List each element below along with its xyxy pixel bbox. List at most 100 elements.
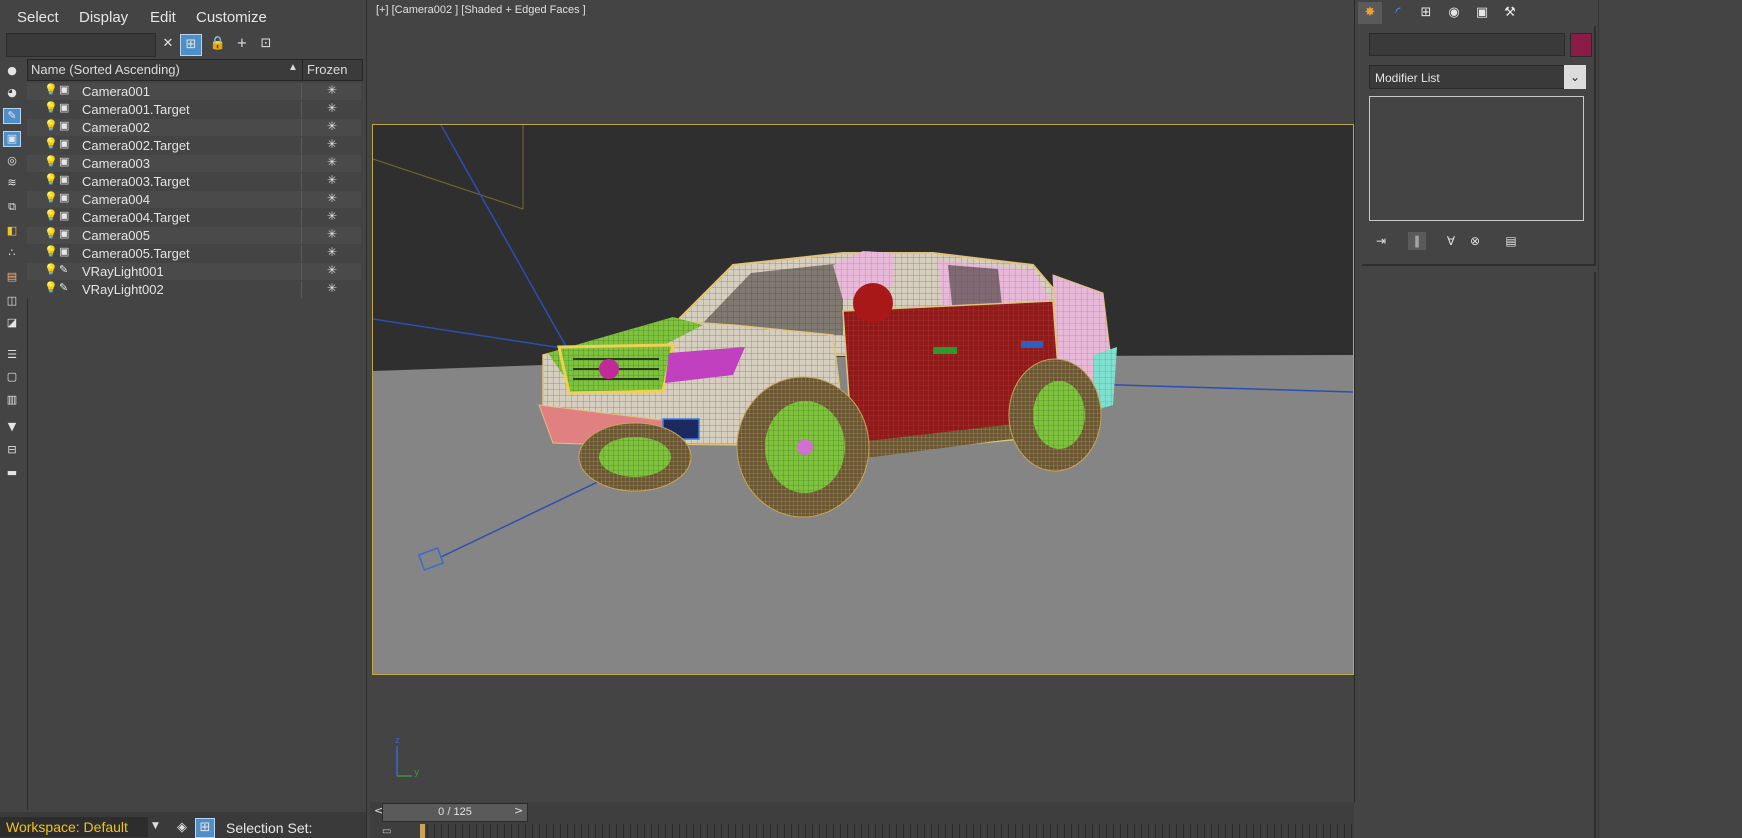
object-name: Camera001.Target: [82, 102, 190, 117]
hierarchy-select-icon[interactable]: ⊡: [256, 34, 276, 54]
lock-icon[interactable]: 🔒: [208, 34, 228, 54]
light-bulb-icon[interactable]: 💡: [44, 173, 58, 186]
explorer-row[interactable]: 💡 ▣ Camera003 ✳: [27, 155, 361, 172]
object-name: Camera003.Target: [82, 174, 190, 189]
track-bar[interactable]: [420, 824, 1354, 838]
light-bulb-icon[interactable]: 💡: [44, 281, 58, 294]
display-tab-icon[interactable]: ▣: [1470, 2, 1494, 24]
explorer-row[interactable]: 💡 ▣ Camera001 ✳: [27, 83, 361, 100]
utilities-tab-icon[interactable]: ⚒: [1498, 2, 1522, 24]
snowflake-icon[interactable]: ✳: [301, 83, 362, 100]
workspace-selector[interactable]: Workspace: Default: [0, 817, 148, 837]
frozen-column-header[interactable]: Frozen: [302, 60, 362, 80]
time-next-button[interactable]: >: [514, 804, 523, 817]
filter-list-icon[interactable]: ▬: [4, 466, 20, 480]
modify-tab-icon[interactable]: ◜: [1386, 2, 1410, 24]
snowflake-icon[interactable]: ✳: [301, 119, 362, 136]
xrefs-filter-icon[interactable]: ◧: [4, 224, 20, 238]
menu-customize[interactable]: Customize: [196, 9, 267, 26]
cameras-filter-icon[interactable]: ▣: [3, 131, 21, 147]
explorer-row[interactable]: 💡 ▣ Camera004 ✳: [27, 191, 361, 208]
create-tab-icon[interactable]: ✸: [1358, 2, 1382, 24]
light-bulb-icon[interactable]: 💡: [44, 209, 58, 222]
spacewarps-filter-icon[interactable]: ≋: [4, 176, 20, 190]
camera-safe-frame[interactable]: [372, 124, 1354, 675]
containers-filter-icon[interactable]: ▤: [4, 270, 20, 284]
explorer-row[interactable]: 💡 ▣ Camera001.Target ✳: [27, 101, 361, 118]
menu-select[interactable]: Select: [17, 9, 59, 26]
object-name-field[interactable]: [1369, 33, 1565, 56]
light-bulb-icon[interactable]: 💡: [44, 191, 58, 204]
hierarchy-add-icon[interactable]: +: [232, 34, 252, 54]
menu-display[interactable]: Display: [79, 9, 128, 26]
hierarchy-view-icon[interactable]: ⊞: [195, 818, 215, 838]
menu-edit[interactable]: Edit: [150, 9, 176, 26]
explorer-row[interactable]: 💡 ▣ Camera002.Target ✳: [27, 137, 361, 154]
snowflake-icon[interactable]: ✳: [301, 137, 362, 154]
lights-filter-icon[interactable]: ✎: [3, 108, 21, 124]
mini-curve-editor-icon[interactable]: ▭: [382, 826, 391, 837]
snowflake-icon[interactable]: ✳: [301, 173, 362, 190]
light-object-icon: ✎: [59, 282, 69, 294]
frozen-filter-icon[interactable]: ◫: [4, 294, 20, 308]
object-color-swatch[interactable]: [1570, 33, 1592, 57]
clear-search-icon[interactable]: ✕: [158, 34, 178, 54]
snowflake-icon[interactable]: ✳: [301, 263, 362, 280]
name-column-header[interactable]: Name (Sorted Ascending): [31, 62, 180, 77]
explorer-row[interactable]: 💡 ▣ Camera004.Target ✳: [27, 209, 361, 226]
light-bulb-icon[interactable]: 💡: [44, 263, 58, 276]
viewport-label[interactable]: [+] [Camera002 ] [Shaded + Edged Faces ]: [376, 4, 586, 16]
filter-toggle-icon[interactable]: ⊞: [180, 34, 202, 56]
light-bulb-icon[interactable]: 💡: [44, 155, 58, 168]
chevron-down-icon[interactable]: ⌄: [1564, 65, 1586, 89]
light-bulb-icon[interactable]: 💡: [44, 101, 58, 114]
object-name: Camera005.Target: [82, 246, 190, 261]
explorer-row[interactable]: 💡 ▣ Camera005 ✳: [27, 227, 361, 244]
shapes-filter-icon[interactable]: ◕: [4, 86, 20, 100]
light-bulb-icon[interactable]: 💡: [44, 119, 58, 132]
helpers-filter-icon[interactable]: ◎: [4, 154, 20, 168]
snowflake-icon[interactable]: ✳: [301, 245, 362, 262]
explorer-row[interactable]: 💡 ▣ Camera002 ✳: [27, 119, 361, 136]
modifier-stack[interactable]: [1369, 96, 1584, 221]
camera-object-icon: ▣: [59, 174, 70, 186]
snowflake-icon[interactable]: ✳: [301, 155, 362, 172]
configure-modifier-sets-icon[interactable]: ▤: [1502, 232, 1520, 250]
bones-filter-icon[interactable]: ∴: [4, 246, 20, 260]
modifier-list-dropdown[interactable]: Modifier List: [1369, 65, 1584, 89]
geometry-filter-icon[interactable]: ●: [4, 64, 20, 78]
display-invert-icon[interactable]: ▥: [4, 393, 20, 407]
snowflake-icon[interactable]: ✳: [301, 227, 362, 244]
hierarchy-tab-icon[interactable]: ⊞: [1414, 2, 1438, 24]
time-cursor[interactable]: [420, 824, 425, 838]
pin-stack-icon[interactable]: ⇥: [1372, 232, 1390, 250]
show-end-result-icon[interactable]: ∥: [1408, 232, 1426, 250]
explorer-search-input[interactable]: [6, 33, 156, 57]
display-none-icon[interactable]: ▢: [4, 370, 20, 384]
snowflake-icon[interactable]: ✳: [301, 281, 362, 298]
display-all-icon[interactable]: ☰: [4, 348, 20, 362]
filter-funnel-icon[interactable]: ▼: [4, 420, 20, 434]
snowflake-icon[interactable]: ✳: [301, 101, 362, 118]
time-slider[interactable]: 0 / 125: [382, 803, 528, 822]
camera-object-icon: ▣: [59, 156, 70, 168]
camera-object-icon: ▣: [59, 84, 70, 96]
snowflake-icon[interactable]: ✳: [301, 209, 362, 226]
remove-modifier-icon[interactable]: ⊗: [1466, 232, 1484, 250]
motion-tab-icon[interactable]: ◉: [1442, 2, 1466, 24]
groups-filter-icon[interactable]: ⧉: [4, 200, 20, 214]
make-unique-icon[interactable]: ∀: [1442, 232, 1460, 250]
light-bulb-icon[interactable]: 💡: [44, 83, 58, 96]
layers-icon[interactable]: ◈: [172, 818, 192, 838]
snowflake-icon[interactable]: ✳: [301, 191, 362, 208]
hidden-filter-icon[interactable]: ◪: [4, 316, 20, 330]
workspace-dropdown-icon[interactable]: ▼: [152, 821, 159, 831]
explorer-row[interactable]: 💡 ▣ Camera003.Target ✳: [27, 173, 361, 190]
explorer-row[interactable]: 💡 ✎ VRayLight002 ✳: [27, 281, 361, 298]
explorer-row[interactable]: 💡 ✎ VRayLight001 ✳: [27, 263, 361, 280]
light-bulb-icon[interactable]: 💡: [44, 227, 58, 240]
light-bulb-icon[interactable]: 💡: [44, 245, 58, 258]
light-bulb-icon[interactable]: 💡: [44, 137, 58, 150]
filter-options-icon[interactable]: ⊟: [4, 443, 20, 457]
explorer-row[interactable]: 💡 ▣ Camera005.Target ✳: [27, 245, 361, 262]
